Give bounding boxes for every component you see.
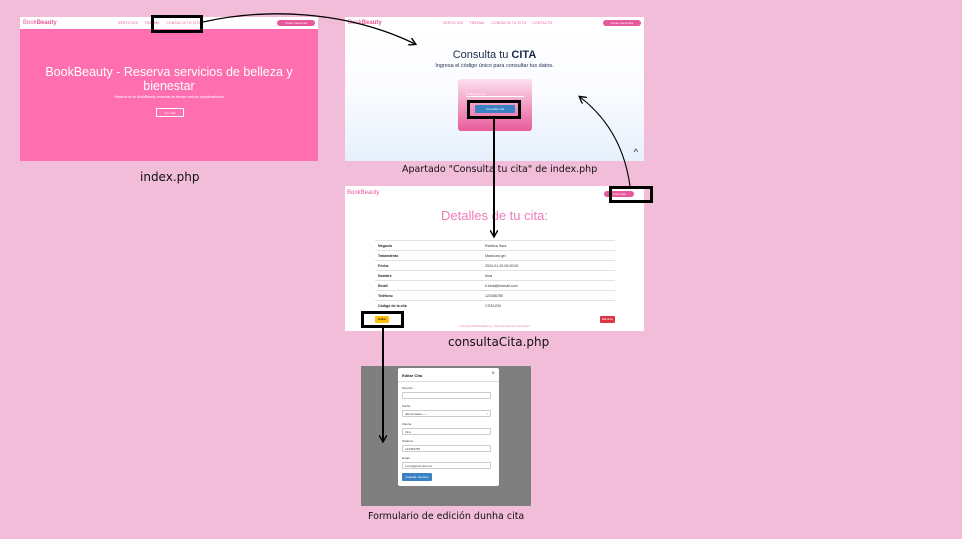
row-value: CITA1234 (482, 300, 615, 311)
consulta-title: Consulta tu CITA (452, 49, 537, 61)
editar-screenshot: Editar Cita × Servicio Fecha dd/mm/aaaa … (361, 366, 531, 506)
hero-subtitle: Reserva en tu BookBeauty reservas en tie… (114, 95, 224, 99)
details-title: Detalles de tu cita: (441, 208, 548, 223)
field-label-email: Email (402, 456, 410, 460)
hero-button[interactable]: Ver más (156, 108, 184, 117)
modal-header: Editar Cita × (398, 368, 499, 382)
field-label-servicio: Servicio (402, 386, 413, 390)
scroll-up-icon[interactable]: ^ (634, 147, 638, 157)
row-value: 2024-01-20 09:30:00 (482, 260, 615, 271)
nav-link-consulta[interactable]: CONSULTA TU CITA (491, 21, 526, 25)
field-label-cliente: Cliente (402, 422, 412, 426)
nav-link-servicios[interactable]: SERVICIOS (443, 21, 463, 25)
row-key: Tratamiento (375, 250, 482, 261)
servicio-field[interactable] (402, 392, 491, 399)
highlight-edit-button (361, 311, 404, 328)
table-row: Negocio Estética Sara (375, 240, 615, 251)
table-row: Teléfono 123456789 (375, 290, 615, 301)
edit-modal: Editar Cita × Servicio Fecha dd/mm/aaaa … (398, 368, 499, 486)
row-value: Irina (482, 270, 615, 281)
row-key: Email (375, 280, 482, 291)
close-icon[interactable]: × (491, 371, 495, 377)
caption-detalles: consultaCita.php (448, 335, 550, 349)
nav-link-tratamientos[interactable]: TRATAM. (469, 21, 485, 25)
row-value: Manicura gel (482, 250, 615, 261)
hero-title: BookBeauty - Reserva servicios de bellez… (45, 65, 293, 93)
calendar-icon[interactable]: ▫ (487, 411, 488, 417)
telefono-field[interactable]: 123456789 (402, 445, 491, 452)
caption-consulta: Apartado "Consulta tu cita" de index.php (402, 164, 598, 175)
save-changes-button[interactable]: Guardar cambios (402, 473, 432, 481)
brand-logo[interactable]: BookBeauty (23, 20, 57, 26)
field-label-telefono: Teléfono (402, 439, 414, 443)
row-key: Nombre (375, 270, 482, 281)
highlight-nav-consulta (151, 15, 203, 33)
table-row: Tratamiento Manicura gel (375, 250, 615, 261)
row-key: Negocio (375, 240, 482, 251)
row-value: 123456789 (482, 290, 615, 301)
modal-title: Editar Cita (402, 373, 423, 378)
row-key: Fecha (375, 260, 482, 271)
caption-editar: Formulario de edición dunha cita (368, 511, 525, 522)
row-key: Teléfono (375, 290, 482, 301)
brand-logo[interactable]: BookBeauty (347, 190, 379, 196)
row-key: Código de la cita (375, 300, 482, 311)
new-appointment-button[interactable]: Crear nueva cita (277, 20, 315, 26)
fecha-field[interactable]: dd/mm/aaaa --:-- ▫ (402, 410, 491, 417)
nav-link-contacto[interactable]: CONTACTO (532, 21, 552, 25)
table-row: Código de la cita CITA1234 (375, 300, 615, 311)
highlight-consultar-button (467, 100, 521, 119)
code-input[interactable]: Código de cita (466, 91, 524, 97)
nav-links: SERVICIOS TRATAM. CONSULTA TU CITA CONTA… (443, 21, 558, 25)
field-label-fecha: Fecha (402, 404, 411, 408)
details-table: Negocio Estética Sara Tratamiento Manicura … (375, 240, 615, 311)
row-value: Estética Sara (482, 240, 615, 251)
caption-index: index.php (140, 170, 200, 184)
table-row: Email ti.irina@hotmail.com (375, 280, 615, 291)
cliente-field[interactable]: Irina (402, 428, 491, 435)
table-row: Nombre Irina (375, 270, 615, 281)
brand-logo[interactable]: BookBeauty (348, 20, 382, 26)
new-appointment-button[interactable]: Crear nueva cita (603, 20, 641, 26)
consulta-screenshot: BookBeauty SERVICIOS TRATAM. CONSULTA TU… (345, 17, 644, 161)
table-row: Fecha 2024-01-20 09:30:00 (375, 260, 615, 271)
row-value: ti.irina@hotmail.com (482, 280, 615, 291)
nav-link-servicios[interactable]: SERVICIOS (118, 21, 138, 25)
navbar: BookBeauty SERVICIOS TRATAM. CONSULTA TU… (345, 17, 644, 29)
index-screenshot: BookBeauty SERVICIOS TRATAM. CONSULTA TU… (20, 17, 318, 161)
consulta-subtitle: Ingresa el código único para consultar t… (435, 63, 554, 69)
delete-button[interactable]: Eliminar (600, 316, 615, 323)
email-field[interactable]: ti.irina@hotmail.com (402, 462, 491, 469)
highlight-crear-cita (609, 186, 653, 203)
detalles-screenshot: BookBeauty Crear cita Detalles de tu cit… (345, 186, 644, 331)
